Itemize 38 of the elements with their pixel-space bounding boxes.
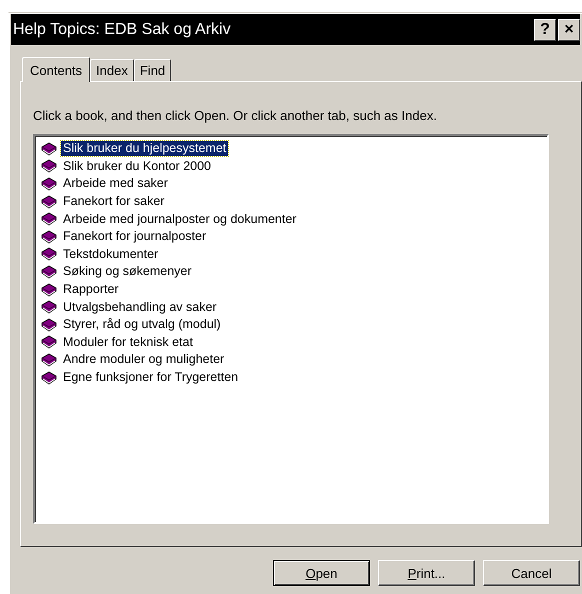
book-icon (41, 352, 57, 367)
window-title: Help Topics: EDB Sak og Arkiv (13, 20, 231, 38)
topic-item[interactable]: Styrer, råd og utvalg (modul) (61, 317, 223, 332)
topic-item[interactable]: Fanekort for journalposter (61, 229, 208, 244)
book-icon (41, 142, 57, 156)
book-icon (41, 159, 57, 174)
book-icon (41, 247, 57, 262)
topic-item[interactable]: Utvalgsbehandling av saker (61, 300, 219, 315)
topic-item[interactable]: Fanekort for saker (61, 194, 166, 210)
topic-item[interactable]: Arbeide med saker (61, 176, 170, 192)
topic-item[interactable]: Arbeide med journalposter og dokumenter (61, 212, 298, 227)
topic-item[interactable]: Moduler for teknisk etat (61, 334, 195, 350)
topic-item[interactable]: Tekstdokumenter (61, 246, 160, 262)
book-icon (41, 212, 57, 226)
book-icon (41, 264, 57, 279)
topic-item[interactable]: Egne funksjoner for Trygeretten (61, 370, 240, 386)
dialog-button[interactable]: Open (273, 560, 370, 586)
book-icon (41, 370, 57, 385)
book-icon (41, 318, 57, 332)
book-icon (41, 282, 57, 297)
topic-item[interactable]: Rapporter (61, 282, 121, 298)
book-icon (41, 194, 57, 209)
tab[interactable]: Find (134, 59, 172, 81)
topic-item[interactable]: Søking og søkemenyer (61, 264, 194, 280)
close-button[interactable]: × (558, 18, 580, 40)
tab[interactable]: Index (90, 59, 134, 81)
dialog-button[interactable]: Print... (378, 560, 475, 586)
instruction-text: Click a book, and then click Open. Or click another tab, such as Index. (33, 108, 438, 125)
help-button[interactable]: ? (534, 18, 556, 40)
dialog-button[interactable]: Cancel (483, 560, 580, 586)
book-icon (41, 230, 57, 244)
book-icon (41, 176, 57, 191)
book-icon (41, 300, 57, 314)
topic-item[interactable]: Slik bruker du hjelpesystemet (61, 141, 228, 156)
tab[interactable]: Contents (22, 57, 90, 82)
topic-item[interactable]: Slik bruker du Kontor 2000 (61, 158, 214, 174)
topic-item[interactable]: Andre moduler og muligheter (61, 352, 226, 368)
book-icon (41, 335, 57, 350)
